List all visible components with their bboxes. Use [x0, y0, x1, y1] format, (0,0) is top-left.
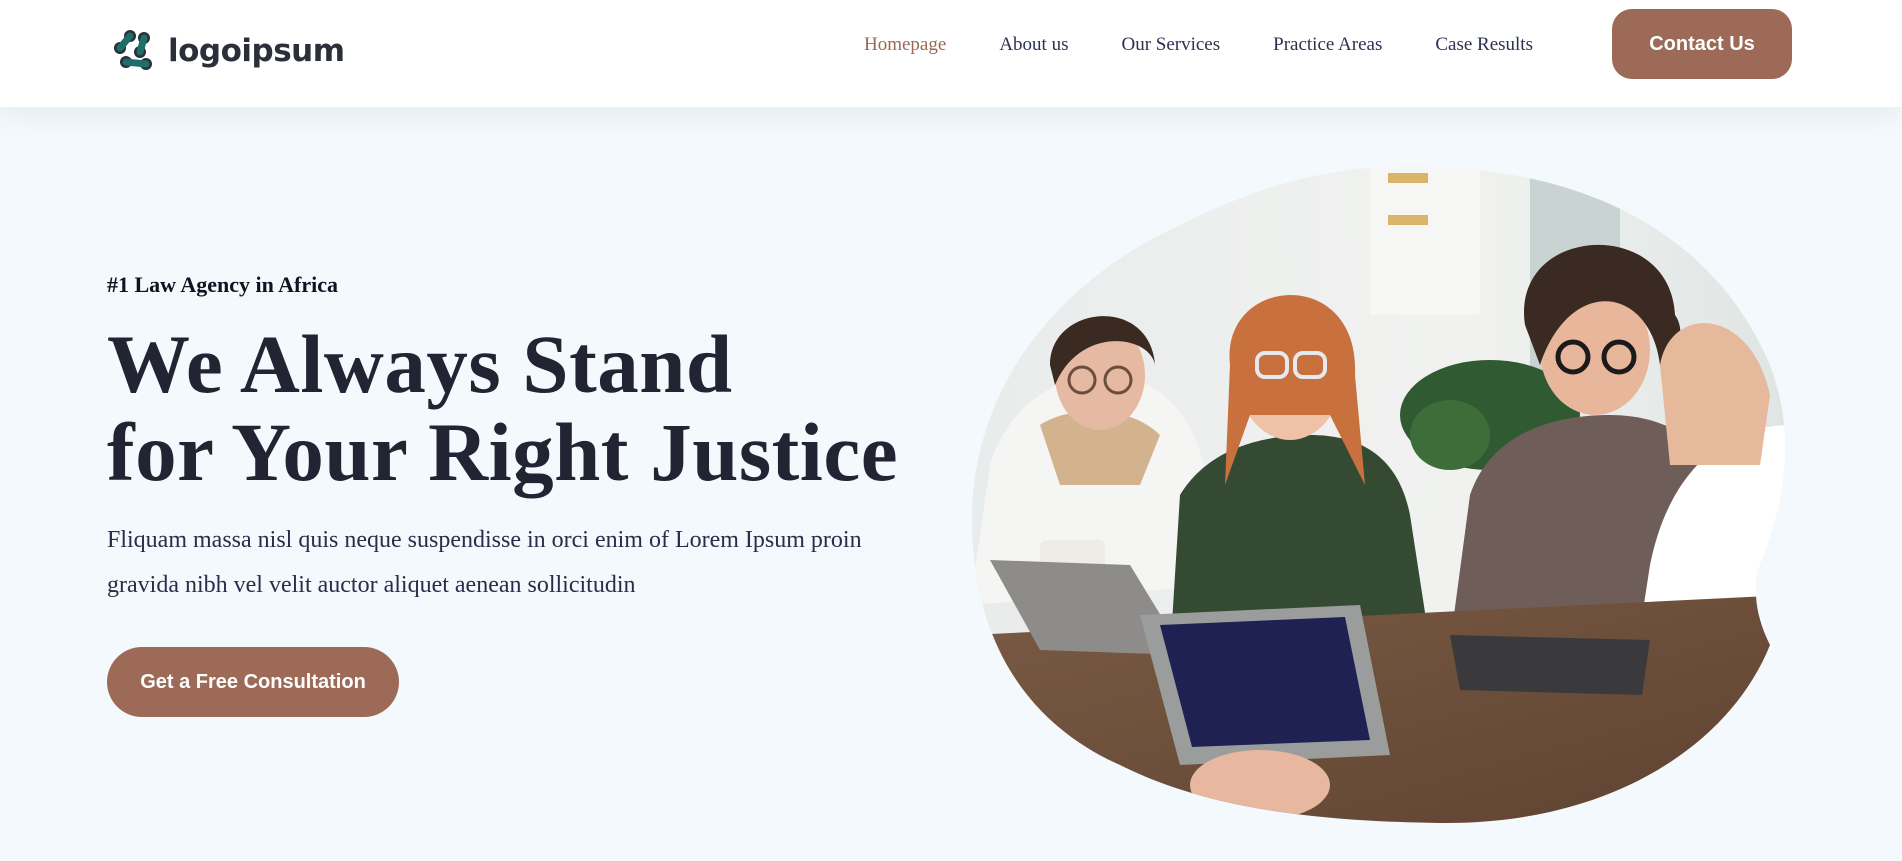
- contact-us-button[interactable]: Contact Us: [1612, 9, 1792, 79]
- nav-practice-areas[interactable]: Practice Areas: [1273, 34, 1382, 56]
- headline-line-2: for Your Right Justice: [107, 406, 899, 498]
- logo-mark-icon: [114, 30, 152, 70]
- nav-about-us[interactable]: About us: [999, 34, 1068, 56]
- main-nav: Homepage About us Our Services Practice …: [864, 30, 1533, 60]
- nav-our-services[interactable]: Our Services: [1121, 34, 1220, 56]
- logo[interactable]: logoipsum: [110, 28, 345, 74]
- hero-headline: We Always Stand for Your Right Justice: [107, 320, 927, 496]
- hero-eyebrow: #1 Law Agency in Africa: [107, 272, 338, 297]
- nav-case-results[interactable]: Case Results: [1435, 34, 1533, 56]
- hero-lead-text: Fliquam massa nisl quis neque suspendiss…: [107, 527, 862, 598]
- hero-content: #1 Law Agency in Africa We Always Stand …: [107, 272, 927, 608]
- free-consultation-button[interactable]: Get a Free Consultation: [107, 647, 399, 717]
- team-meeting-photo: [971, 166, 1786, 824]
- nav-homepage[interactable]: Homepage: [864, 34, 946, 56]
- logo-text: logoipsum: [168, 33, 345, 69]
- hero-photo: [970, 165, 1790, 825]
- site-header: logoipsum Homepage About us Our Services…: [0, 0, 1902, 107]
- headline-line-1: We Always Stand: [107, 318, 733, 410]
